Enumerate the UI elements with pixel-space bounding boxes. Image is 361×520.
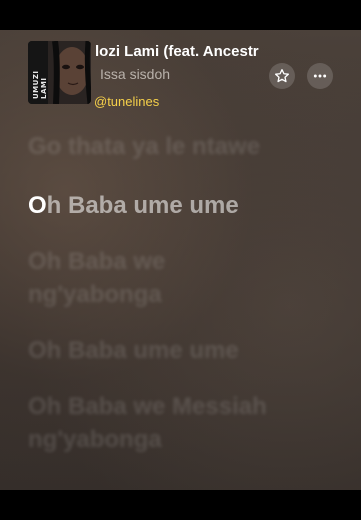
lyric-sung-portion: O xyxy=(28,192,47,219)
more-button[interactable] xyxy=(307,63,333,89)
artist-name[interactable]: Issa sisdoh xyxy=(100,65,170,83)
lyric-remaining-portion: h Baba ume ume xyxy=(46,192,239,219)
lyric-line-current[interactable]: Oh Baba ume ume xyxy=(28,189,348,222)
album-cover-text: UMUZI LAMI xyxy=(32,70,48,99)
lyric-line[interactable]: Oh Baba we xyxy=(28,245,348,278)
lyric-line[interactable]: Oh Baba ume ume xyxy=(28,334,348,367)
lyrics-list: Go thata ya le ntawe Oh Baba ume ume Oh … xyxy=(28,130,348,456)
more-icon xyxy=(313,74,327,78)
watermark: @tunelines xyxy=(94,94,160,109)
song-title-container[interactable]: lozi Lami (feat. Ancestr xyxy=(95,41,265,63)
lyric-line[interactable]: ng'yabonga xyxy=(28,278,348,311)
album-cover[interactable]: UMUZI LAMI xyxy=(28,41,91,104)
lyrics-player: UMUZI LAMI lozi Lami (feat. Ancestr Issa… xyxy=(0,30,361,490)
lyric-line-previous[interactable]: Go thata ya le ntawe xyxy=(28,130,348,163)
screen: UMUZI LAMI lozi Lami (feat. Ancestr Issa… xyxy=(0,0,361,520)
favorite-button[interactable] xyxy=(269,63,295,89)
star-icon xyxy=(275,69,289,83)
song-title: lozi Lami (feat. Ancestr xyxy=(95,43,259,60)
lyric-line[interactable]: ng'yabonga xyxy=(28,423,348,456)
lyric-line[interactable]: Oh Baba we Messiah xyxy=(28,390,348,423)
now-playing-header: UMUZI LAMI lozi Lami (feat. Ancestr Issa… xyxy=(0,30,361,114)
